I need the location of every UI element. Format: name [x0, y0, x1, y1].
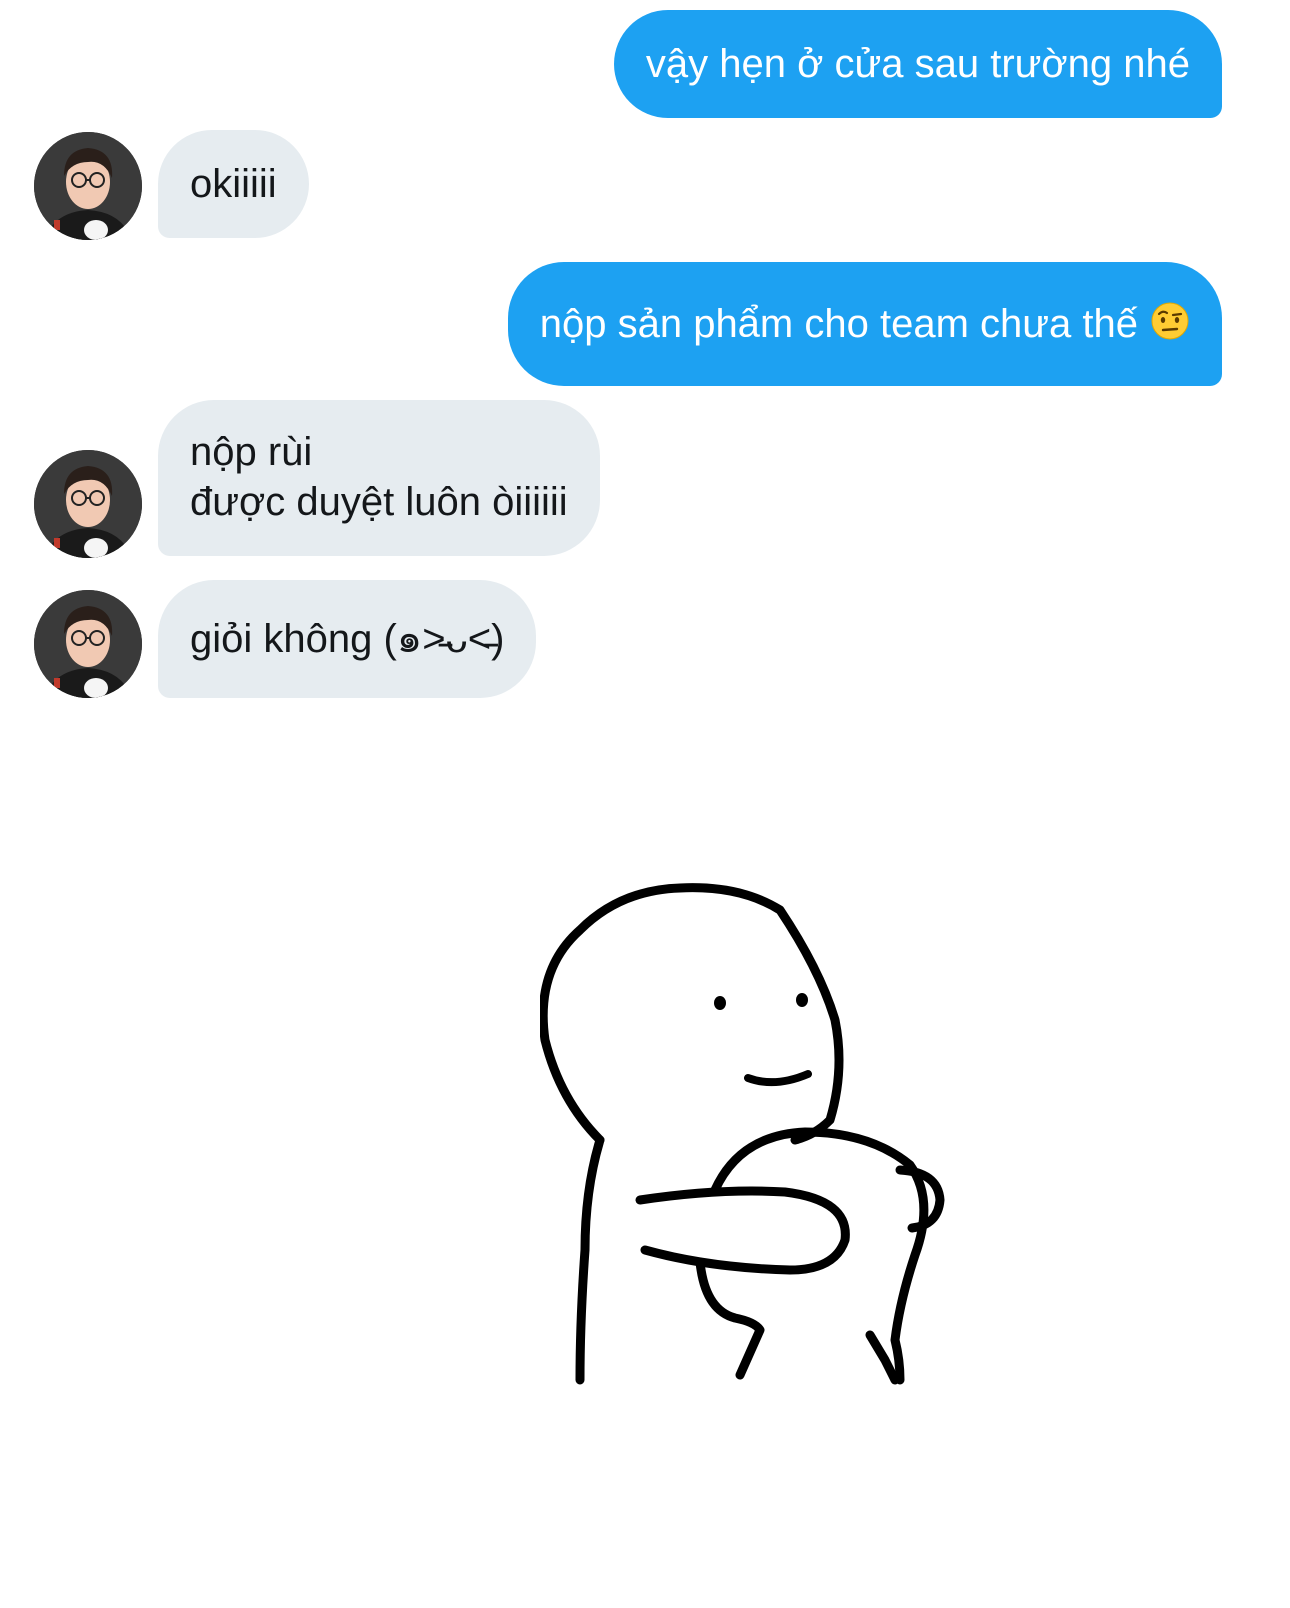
message-text: nộp sản phẩm cho team chưa thế [539, 302, 1138, 346]
contact-avatar[interactable] [34, 132, 142, 240]
avatar-photo-icon [34, 450, 142, 558]
received-message-bubble[interactable]: okiiiii [158, 130, 309, 238]
avatar-photo-icon [34, 132, 142, 240]
message-text: okiiiii [190, 162, 277, 206]
message-text: nộp rùi [190, 430, 313, 474]
received-message-bubble[interactable]: giỏi không (๑˃̵ᴗ˂̵) [158, 580, 537, 698]
sent-message-bubble[interactable]: vậy hẹn ở cửa sau trường nhé [613, 10, 1222, 118]
contact-avatar[interactable] [34, 590, 142, 698]
message-text: được duyệt luôn òiiiiii [190, 480, 568, 524]
received-message-bubble[interactable]: nộp rùi được duyệt luôn òiiiiii [158, 400, 600, 556]
message-text: vậy hẹn ở cửa sau trường nhé [645, 42, 1190, 86]
face-with-raised-eyebrow-icon [1151, 302, 1189, 340]
message-text: giỏi không (๑˃̵ᴗ˂̵) [190, 617, 505, 661]
sent-message-bubble[interactable]: nộp sản phẩm cho team chưa thế [507, 262, 1222, 386]
contact-avatar[interactable] [34, 450, 142, 558]
avatar-photo-icon [34, 590, 142, 698]
hugging-doodle-sticker[interactable] [540, 870, 980, 1430]
